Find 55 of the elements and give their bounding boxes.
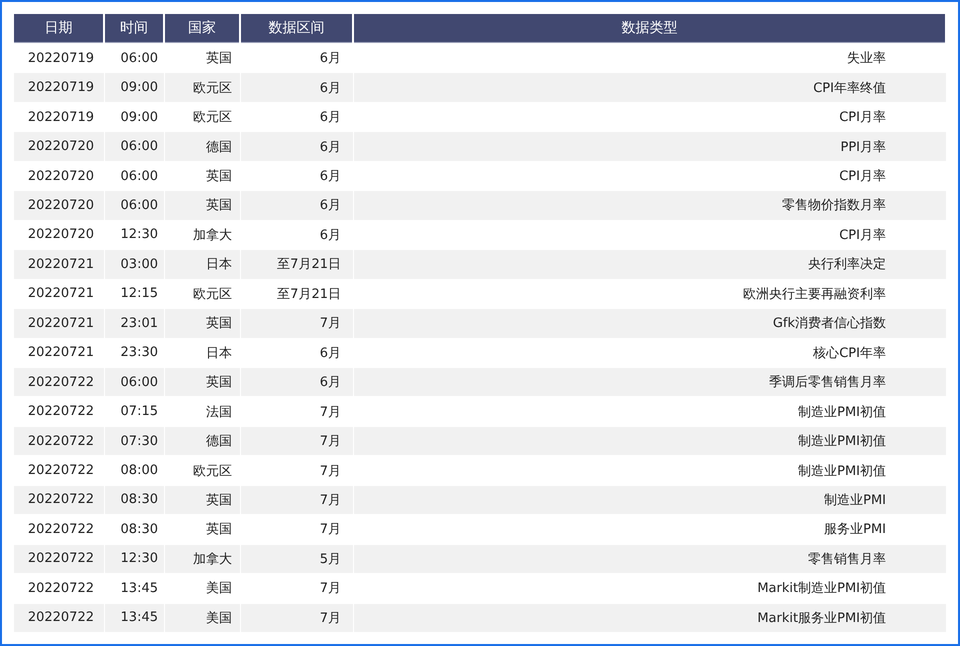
table-cell: 6月 xyxy=(241,191,353,220)
table-cell: 日本 xyxy=(165,250,240,279)
table-cell: 06:00 xyxy=(105,368,164,396)
table-cell: Markit服务业PMI初值 xyxy=(354,604,946,632)
table-cell: 20220722 xyxy=(14,426,104,456)
table-cell: 英国 xyxy=(165,309,240,338)
table-cell: 07:30 xyxy=(105,426,164,456)
table-cell: 制造业PMI初值 xyxy=(354,426,946,456)
table-cell: 6月 xyxy=(241,368,353,396)
table-cell: 英国 xyxy=(165,191,240,220)
table-cell: 20220722 xyxy=(14,486,104,514)
table-cell: 央行利率决定 xyxy=(354,250,946,279)
column-header: 时间 xyxy=(105,14,163,43)
table-cell: 06:00 xyxy=(105,132,164,161)
column-header: 数据区间 xyxy=(241,14,352,43)
table-cell: 20220719 xyxy=(14,73,104,102)
table-cell: 6月 xyxy=(241,132,353,161)
table-cell: 20220722 xyxy=(14,368,104,396)
table-cell: 7月 xyxy=(241,426,353,456)
table-cell: 7月 xyxy=(241,604,353,632)
table-cell: 英国 xyxy=(165,368,240,396)
table-cell: 06:00 xyxy=(105,191,164,220)
table-cell: PPI月率 xyxy=(354,132,946,161)
table-cell: 20220722 xyxy=(14,544,104,574)
table-cell: 12:30 xyxy=(105,544,164,574)
table-cell: Gfk消费者信心指数 xyxy=(354,309,946,338)
table-cell: 季调后零售销售月率 xyxy=(354,368,946,396)
table-cell: 零售物价指数月率 xyxy=(354,191,946,220)
table-cell: 加拿大 xyxy=(165,544,240,574)
column-header: 国家 xyxy=(165,14,239,43)
table-cell: 6月 xyxy=(241,73,353,102)
table-cell: 零售销售月率 xyxy=(354,544,946,574)
table-cell: 德国 xyxy=(165,426,240,456)
table-cell: 13:45 xyxy=(105,604,164,632)
table-cell: 20220721 xyxy=(14,250,104,279)
table-cell: 20220722 xyxy=(14,604,104,632)
table-cell: CPI年率终值 xyxy=(354,73,946,102)
table-cell: 20220721 xyxy=(14,309,104,338)
table-cell: 至7月21日 xyxy=(241,250,353,279)
column-header: 日期 xyxy=(14,14,103,43)
table-cell: 德国 xyxy=(165,132,240,161)
table-cell: 欧元区 xyxy=(165,73,240,102)
table-cell: 美国 xyxy=(165,604,240,632)
table-cell: 20220720 xyxy=(14,132,104,161)
column-header: 数据类型 xyxy=(354,14,945,43)
table-cell: 08:30 xyxy=(105,486,164,514)
table-cell: 7月 xyxy=(241,486,353,514)
table-cell: 5月 xyxy=(241,544,353,574)
table-cell: 09:00 xyxy=(105,73,164,102)
table-cell: 20220720 xyxy=(14,191,104,220)
table-cell: 7月 xyxy=(241,309,353,338)
table-cell: 英国 xyxy=(165,486,240,514)
table-cell: 23:01 xyxy=(105,309,164,338)
table-cell: 03:00 xyxy=(105,250,164,279)
table-cell: 制造业PMI xyxy=(354,486,946,514)
